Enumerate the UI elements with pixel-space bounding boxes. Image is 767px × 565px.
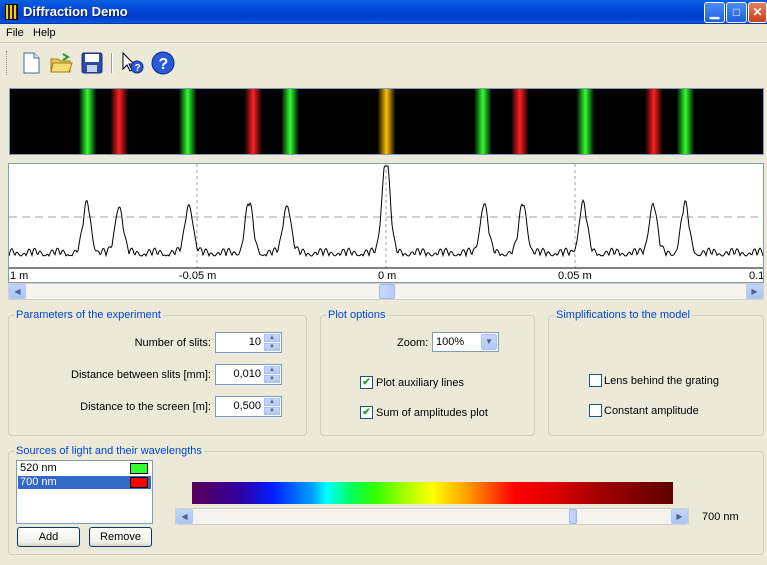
list-item[interactable]: 700 nm (18, 476, 151, 489)
tick-label: 0.1 (749, 270, 763, 282)
window-title: Diffraction Demo (23, 4, 128, 19)
spectrum-line (510, 89, 529, 154)
distance-between-slits-label: Distance between slits [mm]: (71, 369, 211, 381)
toolbar-separator (111, 53, 113, 73)
tick-label: -0.05 m (179, 270, 216, 282)
scroll-right-icon[interactable]: ▶ (671, 509, 688, 524)
app-icon (5, 4, 18, 20)
sources-group-title: Sources of light and their wavelengths (14, 445, 204, 457)
menu-file[interactable]: File (6, 27, 24, 39)
plot-options-group-title: Plot options (326, 309, 388, 321)
sum-of-amplitudes-label: Sum of amplitudes plot (376, 407, 488, 419)
spectrum-line (78, 89, 97, 154)
intensity-plot-svg: 1 m -0.05 m 0 m 0.05 m 0.1 (8, 164, 764, 282)
scrollbar-thumb[interactable] (379, 284, 395, 299)
wavelength-slider[interactable]: ◀ ▶ (175, 508, 689, 525)
source-color-swatch (130, 463, 148, 474)
spectrum-line (644, 89, 663, 154)
spin-down-icon[interactable]: ▼ (264, 375, 280, 383)
chevron-down-icon[interactable]: ▼ (481, 334, 497, 350)
close-button[interactable]: ✕ (748, 2, 767, 23)
wavelength-slider-thumb[interactable] (569, 509, 577, 524)
constant-amplitude-label: Constant amplitude (604, 405, 699, 417)
toolbar-grip (6, 51, 9, 75)
menu-help[interactable]: Help (33, 27, 56, 39)
distance-to-screen-value: 0,500 (233, 400, 261, 412)
spin-down-icon[interactable]: ▼ (264, 407, 280, 415)
number-of-slits-label: Number of slits: (134, 337, 211, 349)
spectrum-line (244, 89, 263, 154)
title-bar: Diffraction Demo ▁ □ ✕ (0, 0, 767, 24)
save-icon[interactable] (80, 51, 104, 75)
spectrum-line (473, 89, 492, 154)
wavelength-readout: 700 nm (702, 511, 739, 523)
spin-up-icon[interactable]: ▲ (264, 366, 280, 374)
number-of-slits-value: 10 (248, 336, 261, 348)
distance-between-slits-value: 0,010 (233, 368, 261, 380)
plot-auxiliary-lines-label: Plot auxiliary lines (376, 377, 465, 389)
help-icon[interactable]: ? (151, 51, 175, 75)
scroll-left-icon[interactable]: ◀ (9, 284, 26, 299)
remove-button[interactable]: Remove (89, 527, 152, 547)
svg-text:?: ? (135, 63, 141, 74)
parameters-group-title: Parameters of the experiment (14, 309, 163, 321)
spectrum-line (178, 89, 197, 154)
lens-behind-grating-label: Lens behind the grating (604, 375, 719, 387)
number-of-slits-input[interactable]: 10 ▲ ▼ (215, 332, 282, 353)
spin-up-icon[interactable]: ▲ (264, 398, 280, 406)
distance-between-slits-input[interactable]: 0,010 ▲ ▼ (215, 364, 282, 385)
spectrum-line (377, 89, 396, 154)
simplifications-group-title: Simplifications to the model (554, 309, 692, 321)
toolbar: ? ? (0, 44, 767, 82)
menu-bar: File Help (0, 24, 767, 43)
constant-amplitude-checkbox[interactable] (589, 404, 602, 417)
wavelength-spectrum-bar (192, 482, 673, 504)
diffraction-pattern-image (78, 89, 695, 154)
source-wavelength-label: 700 nm (20, 476, 57, 488)
zoom-select[interactable]: 100% ▼ (432, 332, 499, 352)
distance-to-screen-input[interactable]: 0,500 ▲ ▼ (215, 396, 282, 417)
sum-of-amplitudes-checkbox[interactable]: ✔ (360, 406, 373, 419)
lens-behind-grating-checkbox[interactable] (589, 374, 602, 387)
add-button[interactable]: Add (17, 527, 80, 547)
spectrum-line (576, 89, 595, 154)
list-item[interactable]: 520 nm (18, 462, 151, 475)
zoom-label: Zoom: (397, 337, 429, 349)
scroll-left-icon[interactable]: ◀ (176, 509, 193, 524)
source-color-swatch (130, 477, 148, 488)
intensity-plot: 1 m -0.05 m 0 m 0.05 m 0.1 (8, 163, 764, 283)
distance-to-screen-label: Distance to the screen [m]: (80, 401, 211, 413)
spectrum-line (676, 89, 695, 154)
spin-up-icon[interactable]: ▲ (264, 334, 280, 342)
minimize-button[interactable]: ▁ (704, 2, 725, 23)
spectrum-line (110, 89, 129, 154)
sources-list[interactable]: 520 nm 700 nm (16, 460, 153, 524)
diffraction-pattern-strip (9, 88, 764, 155)
maximize-button[interactable]: □ (726, 2, 747, 23)
context-help-icon[interactable]: ? (120, 51, 144, 75)
open-folder-icon[interactable] (49, 51, 73, 75)
tick-label: 0.05 m (558, 270, 592, 282)
source-wavelength-label: 520 nm (20, 462, 57, 474)
zoom-value: 100% (436, 336, 465, 348)
tick-label: 1 m (10, 270, 28, 282)
spin-down-icon[interactable]: ▼ (264, 343, 280, 351)
new-file-icon[interactable] (19, 51, 43, 75)
plot-auxiliary-lines-checkbox[interactable]: ✔ (360, 376, 373, 389)
spectrum-line (281, 89, 300, 154)
tick-label: 0 m (378, 270, 396, 282)
plot-scrollbar[interactable]: ◀ ▶ (8, 283, 764, 300)
svg-text:?: ? (159, 56, 169, 73)
scroll-right-icon[interactable]: ▶ (746, 284, 763, 299)
